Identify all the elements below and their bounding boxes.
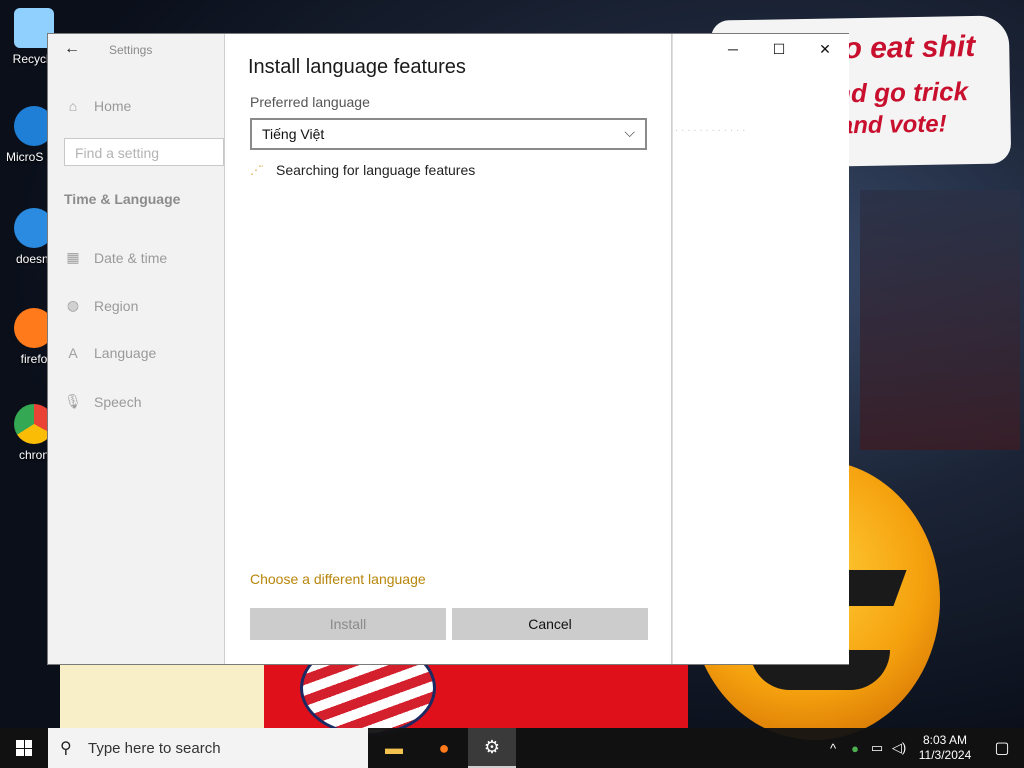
nav-speech[interactable]: 🎙 Speech xyxy=(64,393,141,410)
chevron-down-icon: ⌵ xyxy=(624,124,635,140)
microphone-icon: 🎙 xyxy=(64,393,82,409)
cancel-button[interactable]: Cancel xyxy=(452,608,648,640)
nav-language[interactable]: A Language xyxy=(64,345,156,361)
close-button[interactable]: ✕ xyxy=(802,34,848,64)
language-icon: A xyxy=(68,345,78,361)
find-setting-input[interactable]: Find a setting xyxy=(64,138,224,166)
user-status-icon[interactable]: ● xyxy=(844,741,866,756)
settings-window: ← Settings ⌂ Home Find a setting Time & … xyxy=(48,34,849,664)
nav-region[interactable]: ◍ Region xyxy=(64,297,138,314)
network-icon[interactable]: ▭ xyxy=(866,740,888,756)
wallpaper-text-line2: nd go trick xyxy=(834,76,969,109)
maximize-button[interactable]: ☐ xyxy=(756,34,802,64)
clock-date: 11/3/2024 xyxy=(918,748,972,762)
background-faint-text: . . . . . . . . . . . . xyxy=(675,122,746,134)
home-icon: ⌂ xyxy=(68,98,78,114)
start-button[interactable] xyxy=(0,728,48,768)
chevron-up-icon[interactable]: ^ xyxy=(822,741,844,756)
window-controls: ─ ☐ ✕ xyxy=(710,34,848,64)
settings-taskbar-icon[interactable]: ⚙ xyxy=(468,728,516,768)
system-tray: ^ ● ▭ ◁) 8:03 AM 11/3/2024 ▢ xyxy=(822,728,1024,768)
notification-icon[interactable]: ▢ xyxy=(980,738,1024,758)
wallpaper-cream-panel xyxy=(60,664,264,728)
windows-logo-icon xyxy=(16,740,32,756)
back-arrow-icon[interactable]: ← xyxy=(64,40,80,58)
search-status-text: Searching for language features xyxy=(276,162,476,178)
taskbar: ⚲ Type here to search ▬ ● ⚙ ^ ● ▭ ◁) 8:0… xyxy=(0,728,1024,768)
settings-content-background: . . . . . . . . . . . . xyxy=(672,34,849,664)
section-title: Time & Language xyxy=(64,191,181,207)
preferred-language-dropdown[interactable]: Tiếng Việt ⌵ xyxy=(250,118,647,150)
choose-different-language-link[interactable]: Choose a different language xyxy=(250,571,426,587)
install-button[interactable]: Install xyxy=(250,608,446,640)
clock[interactable]: 8:03 AM 11/3/2024 xyxy=(910,733,980,763)
file-explorer-taskbar-icon[interactable]: ▬ xyxy=(370,728,418,768)
wallpaper-text-line1: o eat shit xyxy=(843,30,976,66)
find-setting-placeholder: Find a setting xyxy=(75,145,160,161)
nav-date-time[interactable]: ▦ Date & time xyxy=(64,249,167,266)
minimize-button[interactable]: ─ xyxy=(710,34,756,64)
search-status: ⋰˙ Searching for language features xyxy=(250,162,475,178)
volume-icon[interactable]: ◁) xyxy=(888,740,910,756)
nav-speech-label: Speech xyxy=(94,393,142,410)
firefox-taskbar-icon[interactable]: ● xyxy=(420,728,468,768)
loading-spinner-icon: ⋰˙ xyxy=(250,163,265,177)
wallpaper-text-line3: and vote! xyxy=(839,110,947,140)
settings-sidebar: ← Settings ⌂ Home Find a setting Time & … xyxy=(48,34,224,664)
nav-region-label: Region xyxy=(94,297,139,314)
nav-language-label: Language xyxy=(94,345,157,361)
nav-home-label: Home xyxy=(94,98,132,114)
wallpaper-haunted-house xyxy=(860,190,1020,450)
preferred-language-label: Preferred language xyxy=(250,94,370,110)
install-language-dialog: Install language features Preferred lang… xyxy=(224,34,672,664)
window-title: Settings xyxy=(109,43,153,57)
calendar-clock-icon: ▦ xyxy=(66,249,80,265)
taskbar-search-box[interactable]: ⚲ Type here to search xyxy=(48,728,368,768)
taskbar-search-placeholder: Type here to search xyxy=(88,740,221,757)
dialog-title: Install language features xyxy=(248,56,466,78)
preferred-language-value: Tiếng Việt xyxy=(262,126,325,142)
globe-icon: ◍ xyxy=(66,297,80,313)
nav-home[interactable]: ⌂ Home xyxy=(64,98,132,114)
clock-time: 8:03 AM xyxy=(922,733,968,747)
nav-date-time-label: Date & time xyxy=(94,249,168,266)
search-icon: ⚲ xyxy=(60,740,72,757)
